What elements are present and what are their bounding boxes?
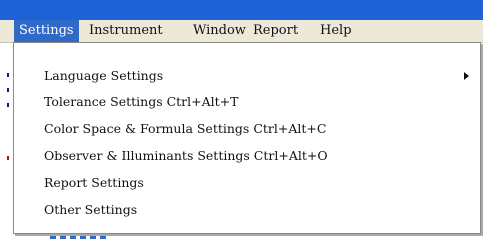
submenu-arrow-icon (464, 72, 469, 80)
menu-item-label: Color Space & Formula Settings Ctrl+Alt+… (44, 121, 327, 136)
menu-instrument[interactable]: Instrument (84, 20, 168, 42)
menu-item-report-settings[interactable]: Report Settings (14, 170, 480, 195)
settings-dropdown-menu: Language Settings Tolerance Settings Ctr… (13, 42, 481, 234)
menu-item-language-settings[interactable]: Language Settings (14, 63, 480, 88)
background-window-edge (0, 43, 14, 244)
edge-mark (7, 88, 9, 92)
background-window-fragment (50, 236, 106, 239)
menu-item-label: Other Settings (44, 202, 138, 217)
menu-item-label: Observer & Illuminants Settings Ctrl+Alt… (44, 148, 328, 163)
menu-item-label: Tolerance Settings Ctrl+Alt+T (44, 94, 239, 109)
menu-help[interactable]: Help (315, 20, 357, 42)
menu-bar: Settings Instrument Window Report Help (0, 20, 483, 43)
menu-item-observer-illuminants-settings[interactable]: Observer & Illuminants Settings Ctrl+Alt… (14, 143, 480, 168)
menu-report[interactable]: Report (248, 20, 303, 42)
edge-mark (7, 103, 9, 107)
menu-item-label: Report Settings (44, 175, 144, 190)
menu-window[interactable]: Window (188, 20, 251, 42)
menu-settings[interactable]: Settings (14, 20, 79, 42)
menu-item-label: Language Settings (44, 68, 164, 83)
menu-item-tolerance-settings[interactable]: Tolerance Settings Ctrl+Alt+T (14, 89, 480, 114)
edge-mark (7, 73, 9, 77)
menu-item-other-settings[interactable]: Other Settings (14, 197, 480, 222)
edge-mark (7, 156, 9, 160)
window-titlebar (0, 0, 483, 20)
menu-item-color-space-settings[interactable]: Color Space & Formula Settings Ctrl+Alt+… (14, 116, 480, 141)
